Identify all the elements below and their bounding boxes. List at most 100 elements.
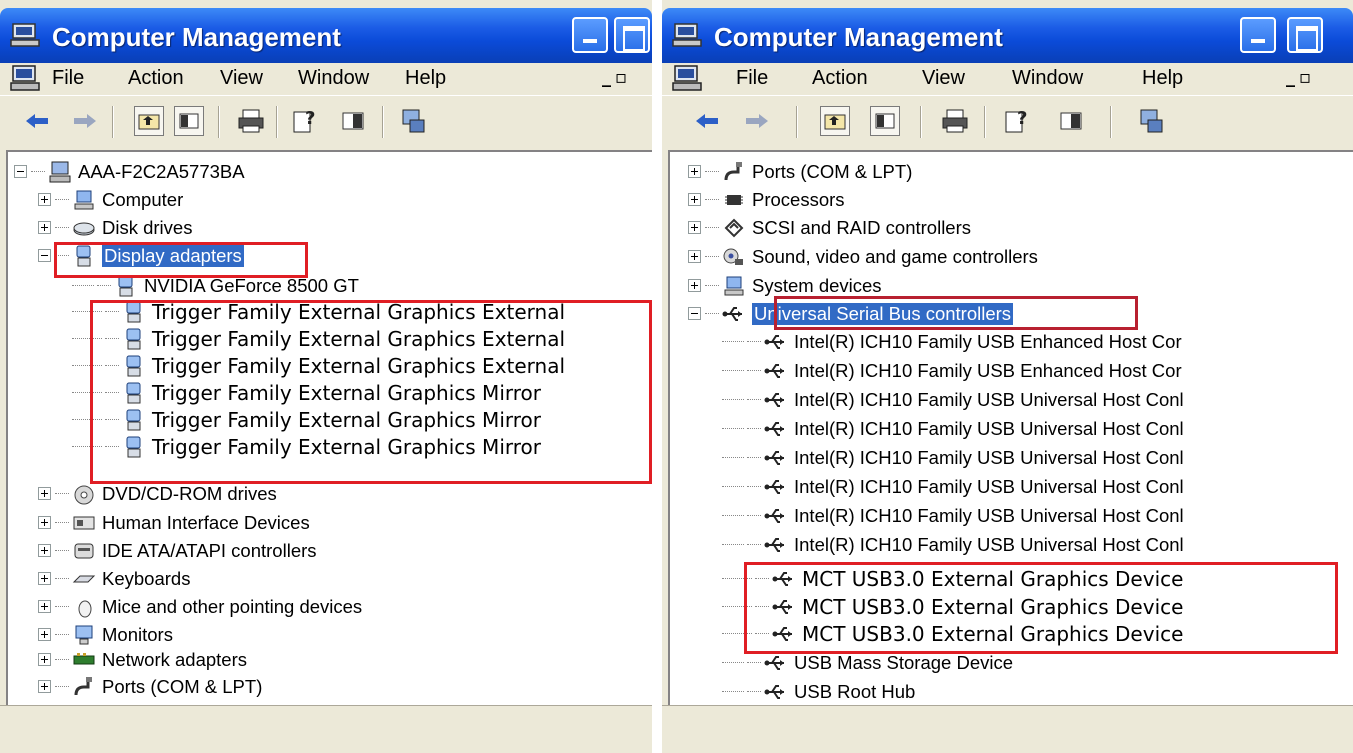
- up-folder-icon[interactable]: [820, 106, 850, 136]
- menu-help[interactable]: Help: [405, 67, 446, 90]
- device-manager-icon[interactable]: [398, 106, 428, 136]
- tree-item[interactable]: USB Root Hub: [722, 678, 915, 705]
- menu-window[interactable]: Window: [1012, 67, 1083, 90]
- print-icon[interactable]: [940, 106, 970, 136]
- menu-file[interactable]: File: [736, 67, 768, 90]
- show-hide-tree-icon[interactable]: [870, 106, 900, 136]
- expand-toggle[interactable]: [688, 193, 701, 206]
- tree-item[interactable]: MCT USB3.0 External Graphics Device: [722, 593, 1183, 620]
- forward-arrow-icon[interactable]: [742, 106, 772, 136]
- tree-item[interactable]: Human Interface Devices: [38, 509, 310, 536]
- expand-toggle[interactable]: [38, 653, 51, 666]
- print-icon[interactable]: [236, 106, 266, 136]
- up-folder-icon[interactable]: [134, 106, 164, 136]
- back-arrow-icon[interactable]: [22, 106, 52, 136]
- title-bar[interactable]: Computer Management: [662, 8, 1353, 63]
- tree-item[interactable]: DVD/CD-ROM drives: [38, 480, 277, 507]
- collapse-toggle[interactable]: [14, 165, 27, 178]
- tree-item-label: Ports (COM & LPT): [102, 675, 263, 697]
- tree-item[interactable]: Keyboards: [38, 565, 190, 592]
- tree-item[interactable]: Trigger Family External Graphics Mirror: [72, 433, 541, 460]
- menu-file[interactable]: File: [52, 67, 84, 90]
- expand-toggle[interactable]: [688, 279, 701, 292]
- tree-item[interactable]: Trigger Family External Graphics Externa…: [72, 352, 565, 379]
- device-manager-icon[interactable]: [1136, 106, 1166, 136]
- tree-item[interactable]: System devices: [688, 272, 882, 299]
- columns-view-icon[interactable]: [338, 106, 368, 136]
- tree-item[interactable]: Trigger Family External Graphics Externa…: [72, 325, 565, 352]
- tree-item-label: Trigger Family External Graphics Externa…: [152, 326, 566, 351]
- expand-toggle[interactable]: [38, 487, 51, 500]
- tree-item[interactable]: IDE ATA/ATAPI controllers: [38, 537, 317, 564]
- tree-item[interactable]: Intel(R) ICH10 Family USB Universal Host…: [722, 415, 1184, 442]
- tree-item[interactable]: SCSI and RAID controllers: [688, 214, 971, 241]
- tree-item[interactable]: Ports (COM & LPT): [38, 673, 262, 700]
- menu-view[interactable]: View: [922, 67, 965, 90]
- tree-item[interactable]: Intel(R) ICH10 Family USB Enhanced Host …: [722, 357, 1182, 384]
- tree-item[interactable]: Display adapters: [38, 242, 244, 269]
- minimize-button[interactable]: [572, 17, 608, 53]
- columns-view-icon[interactable]: [1056, 106, 1086, 136]
- tree-item[interactable]: Mice and other pointing devices: [38, 593, 362, 620]
- help-properties-icon[interactable]: ?: [290, 106, 320, 136]
- tree-item[interactable]: Intel(R) ICH10 Family USB Universal Host…: [722, 502, 1184, 529]
- help-properties-icon[interactable]: ?: [1002, 106, 1032, 136]
- menu-action[interactable]: Action: [812, 67, 868, 90]
- tree-item[interactable]: Intel(R) ICH10 Family USB Universal Host…: [722, 531, 1184, 558]
- menu-view[interactable]: View: [220, 67, 263, 90]
- tree-item[interactable]: Network adapters: [38, 646, 247, 673]
- mouse-icon: [78, 600, 92, 617]
- tree-item[interactable]: MCT USB3.0 External Graphics Device: [722, 620, 1183, 647]
- menu-window[interactable]: Window: [298, 67, 369, 90]
- menu-action[interactable]: Action: [128, 67, 184, 90]
- tree-item[interactable]: Intel(R) ICH10 Family USB Universal Host…: [722, 444, 1184, 471]
- expand-toggle[interactable]: [38, 600, 51, 613]
- usb-icon: [772, 626, 792, 641]
- tree-item[interactable]: Trigger Family External Graphics Mirror: [72, 406, 541, 433]
- minimize-button[interactable]: [1240, 17, 1276, 53]
- tree-item[interactable]: Intel(R) ICH10 Family USB Universal Host…: [722, 386, 1184, 413]
- tree-root[interactable]: AAA-F2C2A5773BA: [14, 158, 245, 185]
- tree-item-label: Intel(R) ICH10 Family USB Enhanced Host …: [794, 359, 1182, 381]
- tree-item[interactable]: Intel(R) ICH10 Family USB Enhanced Host …: [722, 328, 1182, 355]
- tree-item[interactable]: Monitors: [38, 621, 173, 648]
- forward-arrow-icon[interactable]: [70, 106, 100, 136]
- collapse-toggle[interactable]: [688, 307, 701, 320]
- tree-item[interactable]: USB Mass Storage Device: [722, 649, 1013, 676]
- tree-item[interactable]: Trigger Family External Graphics Mirror: [72, 379, 541, 406]
- tree-item[interactable]: Computer: [38, 186, 183, 213]
- status-bar: [0, 705, 652, 753]
- mdi-controls[interactable]: _▫: [602, 67, 650, 91]
- maximize-button[interactable]: [1287, 17, 1323, 53]
- expand-toggle[interactable]: [688, 221, 701, 234]
- mdi-controls[interactable]: _▫: [1286, 67, 1334, 91]
- collapse-toggle[interactable]: [38, 249, 51, 262]
- expand-toggle[interactable]: [38, 516, 51, 529]
- tree-item-label: Intel(R) ICH10 Family USB Enhanced Host …: [794, 330, 1182, 352]
- tree-item[interactable]: Trigger Family External Graphics Externa…: [72, 298, 565, 325]
- tree-root-label: AAA-F2C2A5773BA: [78, 160, 245, 182]
- tree-item[interactable]: Ports (COM & LPT): [688, 158, 912, 185]
- tree-item[interactable]: MCT USB3.0 External Graphics Device: [722, 565, 1183, 592]
- expand-toggle[interactable]: [38, 193, 51, 206]
- tree-item-label: Human Interface Devices: [102, 511, 310, 533]
- title-bar[interactable]: Computer Management: [0, 8, 652, 63]
- back-arrow-icon[interactable]: [692, 106, 722, 136]
- tree-item[interactable]: NVIDIA GeForce 8500 GT: [72, 272, 359, 299]
- tree-item-label: SCSI and RAID controllers: [752, 216, 972, 238]
- expand-toggle[interactable]: [38, 628, 51, 641]
- tree-item[interactable]: Disk drives: [38, 214, 192, 241]
- menu-help[interactable]: Help: [1142, 67, 1183, 90]
- tree-item[interactable]: Intel(R) ICH10 Family USB Universal Host…: [722, 473, 1184, 500]
- tree-item[interactable]: Universal Serial Bus controllers: [688, 300, 1014, 327]
- expand-toggle[interactable]: [688, 165, 701, 178]
- expand-toggle[interactable]: [38, 544, 51, 557]
- tree-item[interactable]: Processors: [688, 186, 845, 213]
- show-hide-tree-icon[interactable]: [174, 106, 204, 136]
- expand-toggle[interactable]: [38, 572, 51, 585]
- expand-toggle[interactable]: [38, 680, 51, 693]
- maximize-button[interactable]: [614, 17, 650, 53]
- expand-toggle[interactable]: [38, 221, 51, 234]
- expand-toggle[interactable]: [688, 250, 701, 263]
- tree-item[interactable]: Sound, video and game controllers: [688, 243, 1038, 270]
